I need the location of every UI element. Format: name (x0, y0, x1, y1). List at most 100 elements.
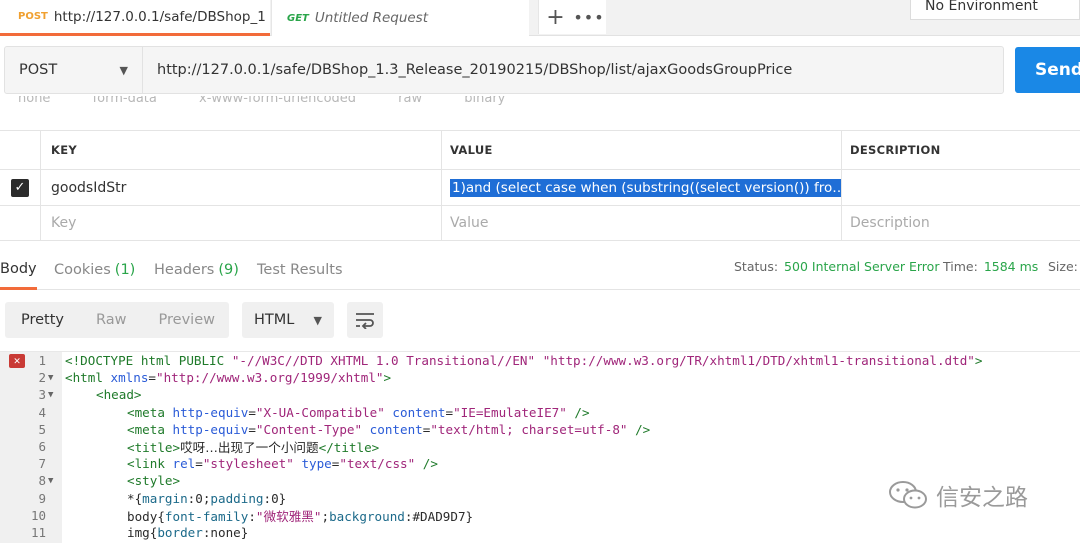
token: = (445, 404, 454, 420)
token: font-family (164, 508, 249, 524)
params-table: KEY VALUE DESCRIPTION ✓ goodsIdStr 1)and… (0, 130, 1080, 241)
token: <link (127, 456, 173, 472)
param-key[interactable]: goodsIdStr (40, 170, 441, 205)
method-value: POST (19, 62, 58, 78)
fold-arrow-icon[interactable]: ▼ (48, 390, 53, 400)
view-pretty-button[interactable]: Pretty (5, 312, 80, 328)
token: 哎呀…出现了一个小问题 (180, 440, 319, 456)
body-type-urlencoded[interactable]: x-www-form-urlencoded (199, 96, 356, 106)
code-line: 11 img{border:none} (0, 524, 1080, 541)
token: "X-UA-Compatible" (255, 404, 385, 420)
token: margin (142, 490, 188, 506)
token: <head> (96, 387, 142, 403)
token: <meta (127, 421, 173, 437)
row-checkbox-cell: ✓ (0, 170, 40, 205)
request-tab-bar: POST http://127.0.0.1/safe/DBShop_1 GET … (0, 0, 1080, 36)
key-placeholder[interactable]: Key (40, 206, 441, 240)
status-readout: Status: 500 Internal Server Error (734, 250, 939, 282)
body-type-none[interactable]: none (18, 96, 50, 106)
request-url-bar: POST ▼ http://127.0.0.1/safe/DBShop_1.3_… (4, 46, 1004, 94)
view-preview-button[interactable]: Preview (143, 312, 231, 328)
token: </title> (318, 440, 380, 456)
token: xmlns (110, 370, 149, 386)
token: <meta (127, 404, 173, 420)
row-checkbox-cell (0, 206, 40, 240)
status-value: 500 Internal Server Error (784, 258, 940, 274)
line-number: 6 (38, 439, 46, 455)
token: rel (172, 456, 196, 472)
send-button[interactable]: Send (1015, 47, 1080, 93)
time-readout: Time: 1584 ms (943, 250, 1038, 282)
tab-test-results[interactable]: Test Results (257, 250, 343, 290)
line-text: <html xmlns="http://www.w3.org/1999/xhtm… (65, 370, 391, 385)
tab-label: Test Results (257, 262, 343, 278)
tab-label: Headers (154, 262, 215, 278)
line-text: body{font-family:"微软雅黑";background:#DAD9… (65, 506, 473, 525)
new-tab-button[interactable]: + (538, 0, 572, 34)
token: :0; (187, 490, 211, 506)
token: "微软雅黑" (255, 508, 322, 524)
line-number: 2 (38, 370, 46, 386)
token: <!DOCTYPE html PUBLIC (65, 353, 232, 369)
token: "Content-Type" (255, 421, 363, 437)
environment-select[interactable]: No Environment (910, 0, 1080, 20)
wrap-lines-button[interactable] (347, 302, 383, 338)
format-select[interactable]: HTML ▼ (242, 302, 334, 338)
line-number: 10 (30, 507, 46, 523)
url-input[interactable]: http://127.0.0.1/safe/DBShop_1.3_Release… (143, 47, 1003, 93)
fold-arrow-icon[interactable]: ▼ (48, 373, 53, 383)
more-tabs-button[interactable]: ••• (572, 0, 606, 34)
fold-arrow-icon[interactable]: ▼ (48, 476, 53, 486)
token: <html (65, 370, 111, 386)
tab-method-badge: GET (287, 12, 309, 24)
param-value-cell[interactable]: 1)and (select case when (substring((sele… (441, 170, 841, 205)
token: /> (627, 421, 651, 437)
token: content (369, 421, 423, 437)
token: "-//W3C//DTD XHTML 1.0 Transitional//EN" (231, 353, 536, 369)
line-text: <meta http-equiv="Content-Type" content=… (65, 422, 650, 437)
token: <style> (127, 473, 181, 489)
param-description[interactable] (841, 170, 1080, 205)
line-text: <link rel="stylesheet" type="text/css" /… (65, 456, 438, 471)
token: http-equiv (172, 421, 249, 437)
token: :none} (202, 524, 249, 540)
token: /> (566, 404, 590, 420)
view-raw-button[interactable]: Raw (80, 312, 143, 328)
line-text: <head> (65, 387, 142, 402)
line-text: img{border:none} (65, 525, 248, 540)
tab-cookies[interactable]: Cookies (1) (54, 250, 135, 290)
tab-headers[interactable]: Headers (9) (154, 250, 239, 290)
token: *{ (127, 490, 143, 506)
request-tab-get[interactable]: GET Untitled Request (271, 0, 529, 36)
request-tab-post[interactable]: POST http://127.0.0.1/safe/DBShop_1 (0, 0, 270, 36)
line-number: 3 (38, 387, 46, 403)
value-placeholder[interactable]: Value (441, 206, 841, 240)
response-body-code[interactable]: ✕ 1 <!DOCTYPE html PUBLIC "-//W3C//DTD X… (0, 351, 1080, 543)
watermark-text: 信安之路 (936, 485, 1028, 511)
token: ; (321, 508, 330, 524)
line-number: 5 (38, 421, 46, 437)
tab-label: Body (0, 260, 37, 277)
token: "http://www.w3.org/1999/xhtml" (156, 370, 384, 386)
code-line: 2 ▼ <html xmlns="http://www.w3.org/1999/… (0, 369, 1080, 386)
line-text: <meta http-equiv="X-UA-Compatible" conte… (65, 405, 590, 420)
tab-method-badge: POST (18, 11, 48, 22)
header-checkbox-cell (0, 131, 40, 169)
token: = (195, 456, 203, 472)
line-number: 11 (30, 524, 46, 540)
description-placeholder[interactable]: Description (841, 206, 1080, 240)
param-value[interactable]: 1)and (select case when (substring((sele… (450, 178, 841, 197)
token: /> (415, 456, 438, 472)
body-type-form-data[interactable]: form-data (93, 96, 157, 106)
token: :0} (263, 490, 287, 506)
token: content (392, 404, 446, 420)
tab-count: (9) (218, 262, 239, 278)
body-type-raw[interactable]: raw (398, 96, 422, 106)
body-type-binary[interactable]: binary (464, 96, 505, 106)
token: > (383, 370, 392, 386)
line-text: <title>哎呀…出现了一个小问题</title> (65, 437, 379, 456)
method-select[interactable]: POST ▼ (5, 47, 143, 93)
row-checkbox[interactable]: ✓ (11, 178, 29, 197)
tab-body[interactable]: Body (0, 250, 37, 290)
tab-label: Cookies (54, 262, 111, 278)
